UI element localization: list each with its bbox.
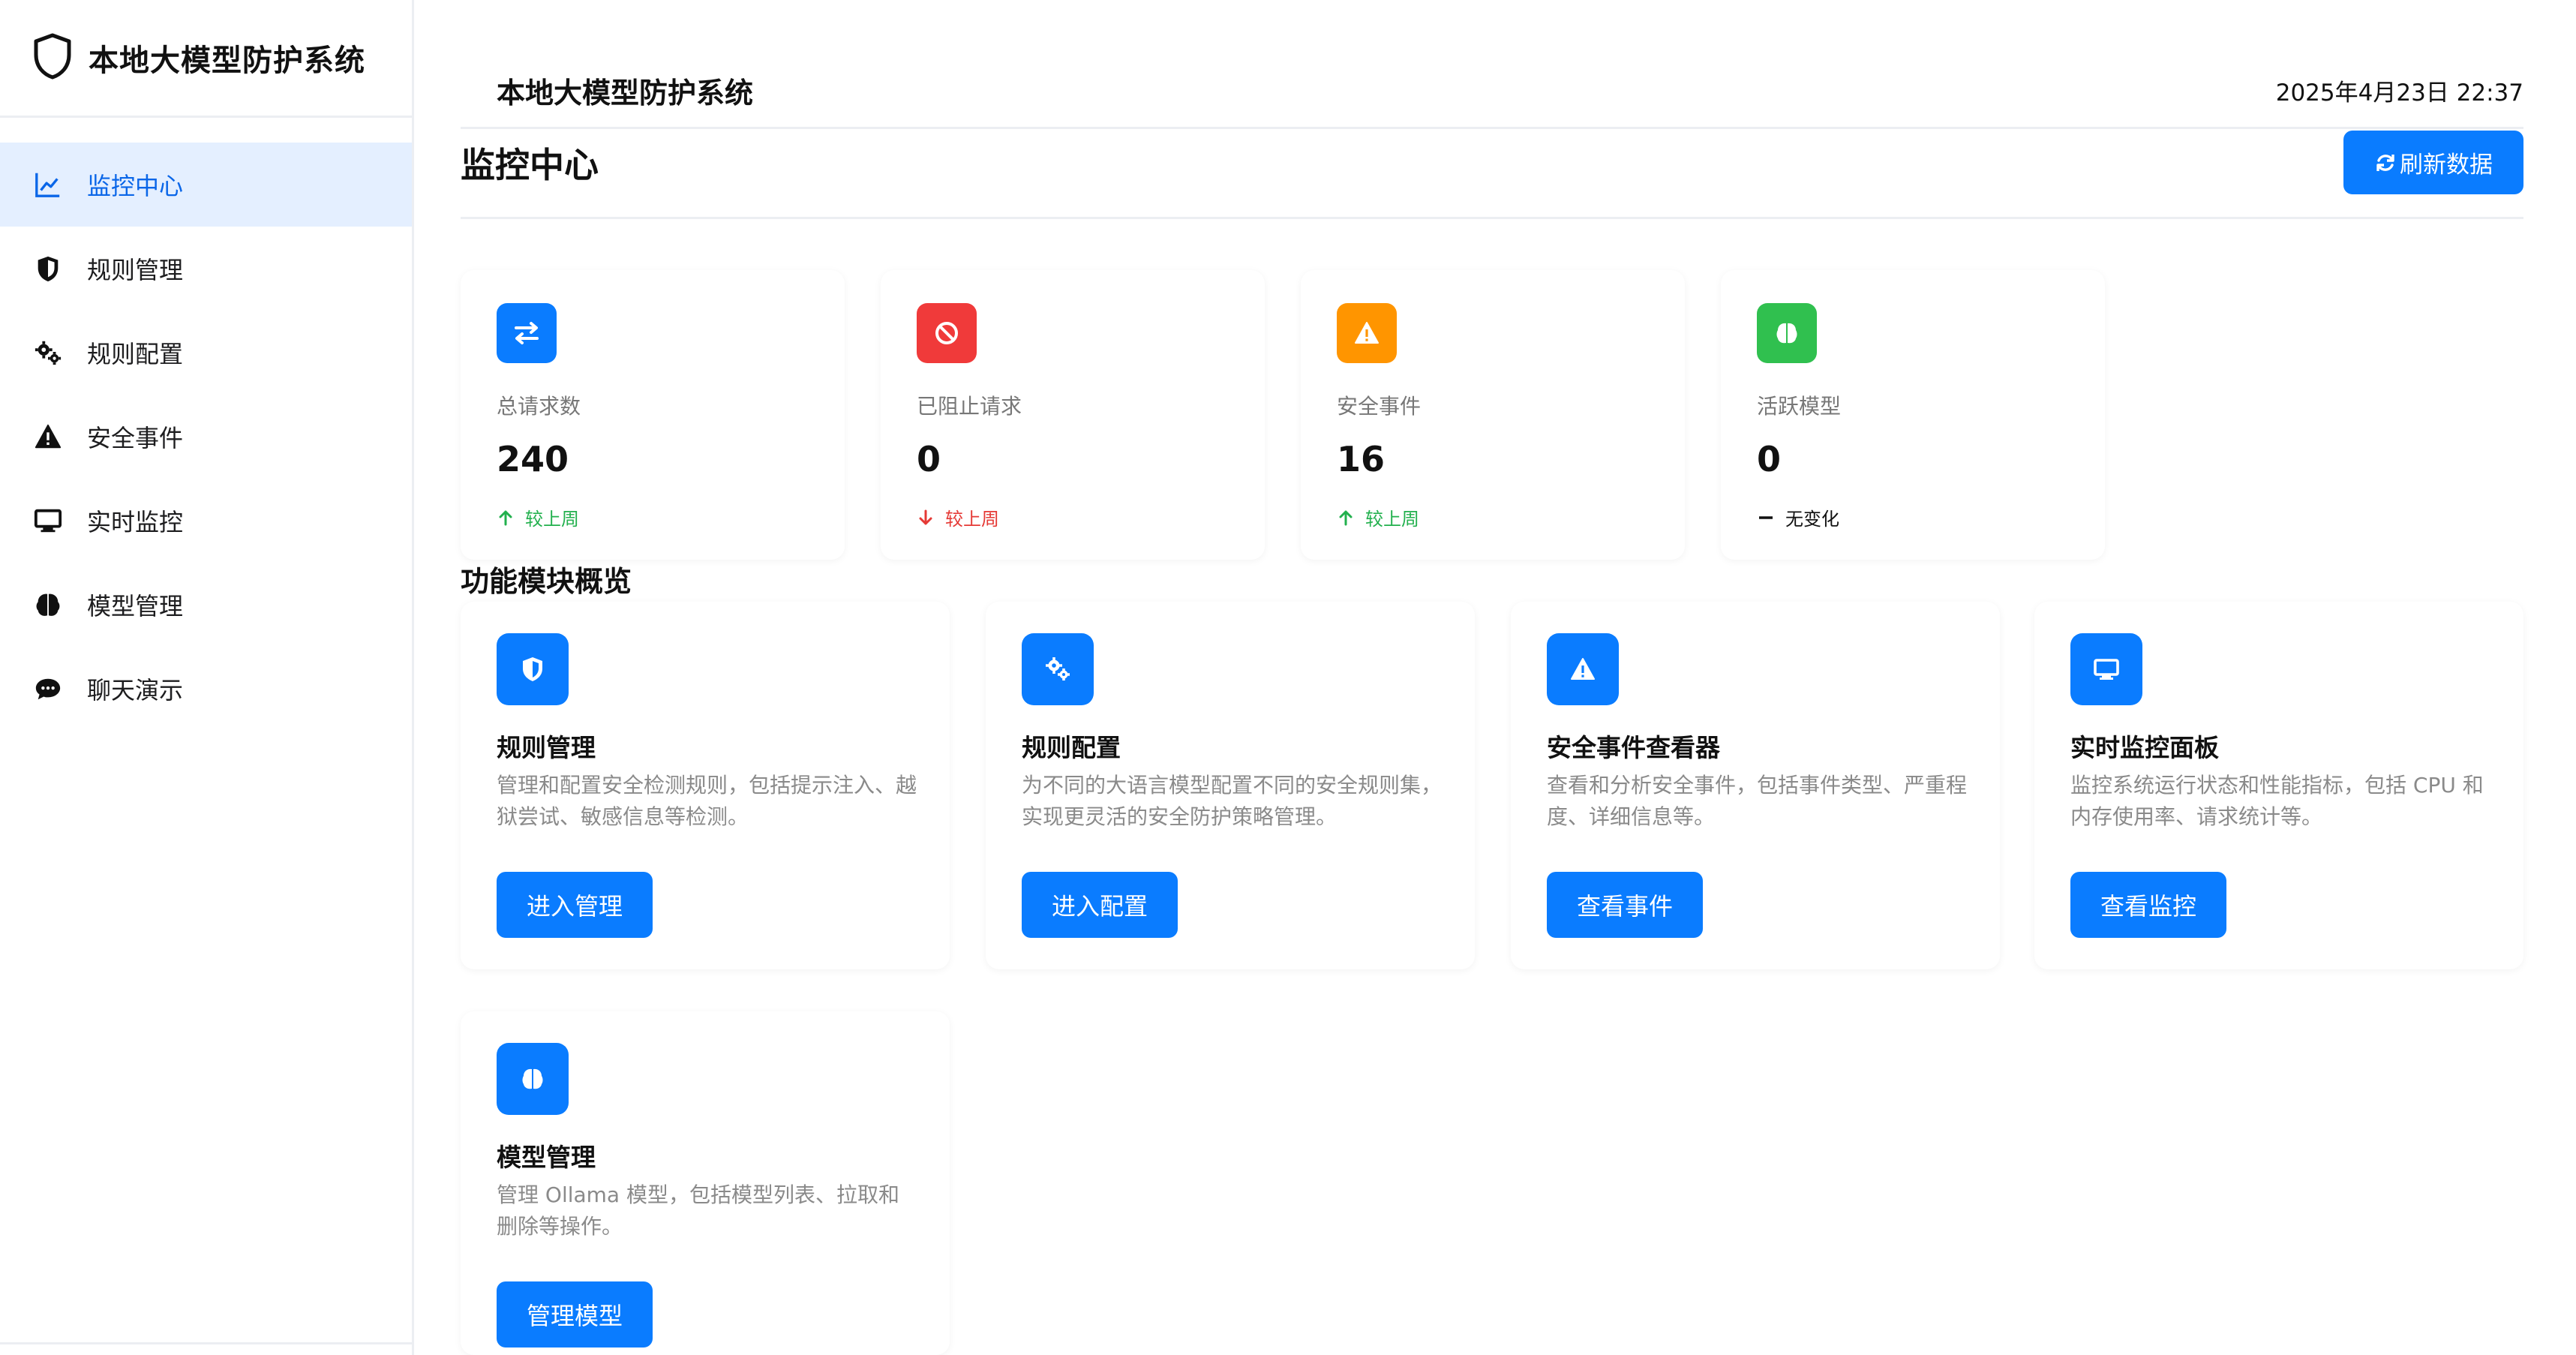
sidebar-item-label: 模型管理 [87, 592, 184, 620]
sidebar-item-chat-demo[interactable]: 聊天演示 [0, 647, 412, 731]
stat-trend-label: 较上周 [525, 509, 579, 530]
module-card-rule-config: 规则配置 为不同的大语言模型配置不同的安全规则集，实现更灵活的安全防护策略管理。… [986, 602, 1475, 969]
shield-icon [497, 633, 569, 705]
module-description: 管理和配置安全检测规则，包括提示注入、越狱尝试、敏感信息等检测。 [497, 773, 917, 829]
gears-icon [33, 338, 63, 368]
monitor-icon [33, 506, 63, 536]
arrow-down-icon [919, 509, 932, 524]
stat-label: 活跃模型 [1757, 394, 1842, 419]
sidebar-item-label: 实时监控 [87, 508, 184, 536]
warning-icon [1337, 303, 1397, 363]
stat-card-active-models: 活跃模型 0 无变化 [1721, 270, 2105, 560]
sidebar-item-realtime-monitor[interactable]: 实时监控 [0, 479, 412, 563]
stat-trend-label: 无变化 [1785, 509, 1839, 530]
header-datetime: 2025年4月23日 22:37 [2275, 80, 2523, 107]
sidebar-item-label: 监控中心 [87, 172, 184, 200]
exchange-icon [497, 303, 557, 363]
sidebar-item-label: 安全事件 [87, 424, 184, 452]
module-title: 模型管理 [497, 1143, 596, 1172]
page-title: 监控中心 [461, 145, 599, 185]
refresh-icon [2376, 154, 2394, 171]
brand: 本地大模型防护系统 [0, 0, 412, 118]
stat-label: 已阻止请求 [917, 394, 1022, 419]
module-title: 安全事件查看器 [1547, 733, 1720, 762]
module-title: 规则配置 [1022, 733, 1121, 762]
stat-trend: 较上周 [497, 504, 579, 530]
chat-icon [33, 674, 63, 704]
gears-icon [1022, 633, 1094, 705]
sidebar-item-security-events[interactable]: 安全事件 [0, 395, 412, 479]
warning-icon [33, 422, 63, 452]
sidebar-item-label: 规则管理 [87, 256, 184, 284]
enter-config-button[interactable]: 进入配置 [1022, 872, 1178, 938]
minus-icon [1759, 515, 1773, 519]
stat-trend: 无变化 [1757, 504, 1839, 530]
sidebar-divider [0, 1342, 414, 1344]
page-header: 监控中心 刷新数据 [461, 129, 2523, 219]
stat-label: 总请求数 [497, 394, 581, 419]
sidebar-item-rule-config[interactable]: 规则配置 [0, 311, 412, 395]
module-title: 规则管理 [497, 733, 596, 762]
stat-card-blocked-requests: 已阻止请求 0 较上周 [881, 270, 1265, 560]
shield-logo-icon [32, 32, 89, 83]
stat-trend-label: 较上周 [1365, 509, 1419, 530]
shield-icon [33, 254, 63, 284]
module-description: 监控系统运行状态和性能指标，包括 CPU 和内存使用率、请求统计等。 [2070, 773, 2484, 829]
module-card-rule-management: 规则管理 管理和配置安全检测规则，包括提示注入、越狱尝试、敏感信息等检测。 进入… [461, 602, 950, 969]
stat-card-security-events: 安全事件 16 较上周 [1301, 270, 1685, 560]
sidebar: 本地大模型防护系统 监控中心 规则管理 规则配置 安全事件 实时监控 模型管理 … [0, 0, 414, 1355]
module-description: 为不同的大语言模型配置不同的安全规则集，实现更灵活的安全防护策略管理。 [1022, 773, 1443, 829]
chart-line-icon [33, 170, 63, 200]
header-title: 本地大模型防护系统 [497, 77, 754, 110]
stat-trend: 较上周 [1337, 504, 1419, 530]
brain-icon [497, 1043, 569, 1115]
stat-value: 16 [1337, 439, 1386, 479]
stat-card-total-requests: 总请求数 240 较上周 [461, 270, 845, 560]
stat-value: 0 [1757, 439, 1782, 479]
view-events-button[interactable]: 查看事件 [1547, 872, 1703, 938]
module-card-realtime-monitor-panel: 实时监控面板 监控系统运行状态和性能指标，包括 CPU 和内存使用率、请求统计等… [2034, 602, 2523, 969]
modules-section-title: 功能模块概览 [461, 565, 632, 598]
brand-title: 本地大模型防护系统 [89, 44, 365, 78]
sidebar-item-label: 规则配置 [87, 340, 184, 368]
manage-models-button[interactable]: 管理模型 [497, 1281, 653, 1347]
sidebar-item-monitor-center[interactable]: 监控中心 [0, 143, 412, 227]
refresh-data-label: 刷新数据 [2400, 152, 2493, 179]
sidebar-item-label: 聊天演示 [87, 676, 184, 705]
module-description: 管理 Ollama 模型，包括模型列表、拉取和删除等操作。 [497, 1182, 899, 1239]
module-card-model-management: 模型管理 管理 Ollama 模型，包括模型列表、拉取和删除等操作。 管理模型 [461, 1011, 950, 1355]
stat-trend: 较上周 [917, 504, 999, 530]
view-monitor-button[interactable]: 查看监控 [2070, 872, 2226, 938]
module-title: 实时监控面板 [2070, 733, 2219, 762]
monitor-icon [2070, 633, 2142, 705]
sidebar-item-rules[interactable]: 规则管理 [0, 227, 412, 311]
stat-trend-label: 较上周 [945, 509, 999, 530]
enter-management-button[interactable]: 进入管理 [497, 872, 653, 938]
module-card-security-event-viewer: 安全事件查看器 查看和分析安全事件，包括事件类型、严重程度、详细信息等。 查看事… [1511, 602, 2000, 969]
stat-value: 0 [917, 439, 941, 479]
arrow-up-icon [499, 510, 512, 525]
top-header: 本地大模型防护系统 2025年4月23日 22:37 [461, 54, 2523, 129]
stat-label: 安全事件 [1337, 394, 1422, 419]
sidebar-item-model-management[interactable]: 模型管理 [0, 563, 412, 647]
ban-icon [917, 303, 977, 363]
stat-value: 240 [497, 439, 569, 479]
arrow-up-icon [1339, 510, 1353, 525]
refresh-data-button[interactable]: 刷新数据 [2343, 131, 2523, 194]
brain-icon [1757, 303, 1817, 363]
brain-icon [33, 590, 63, 620]
sidebar-nav: 监控中心 规则管理 规则配置 安全事件 实时监控 模型管理 聊天演示 [0, 143, 412, 731]
module-description: 查看和分析安全事件，包括事件类型、严重程度、详细信息等。 [1547, 773, 1968, 829]
warning-icon [1547, 633, 1619, 705]
